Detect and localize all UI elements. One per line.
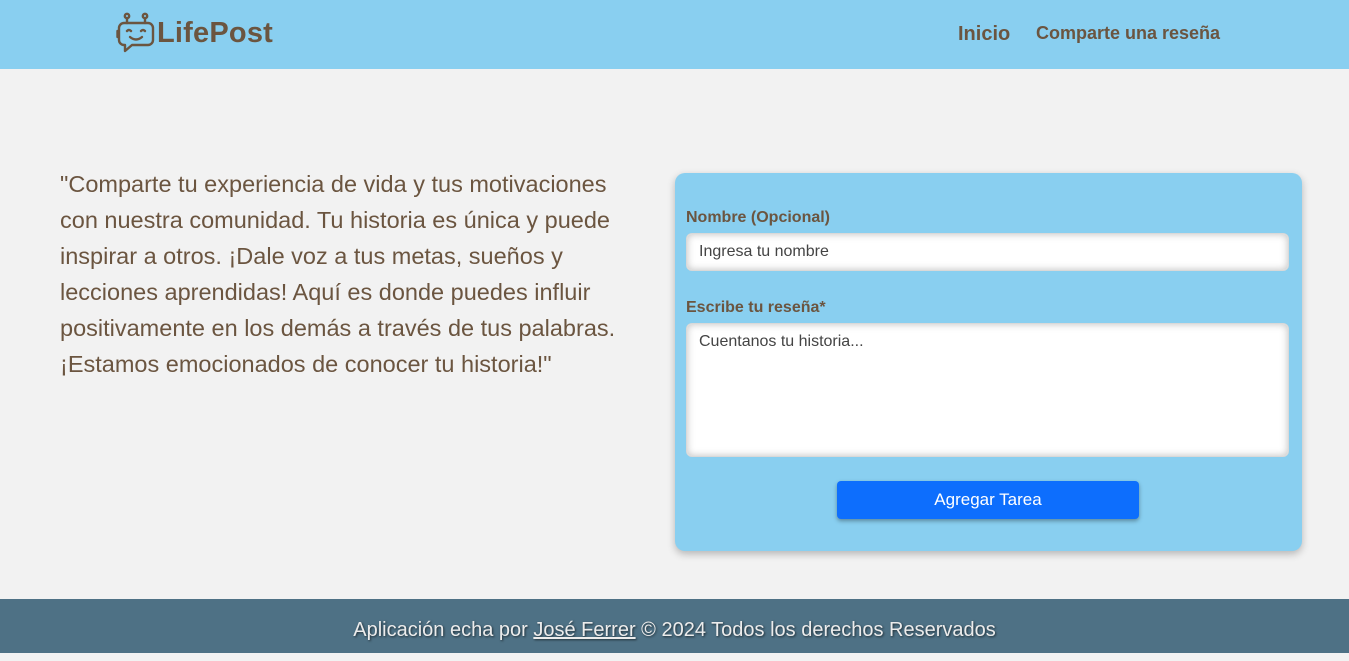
footer-prefix: Aplicación echa por	[353, 619, 534, 641]
footer-suffix: © 2024 Todos los derechos Reservados	[635, 619, 996, 641]
nav-link-home[interactable]: Inicio	[958, 23, 1010, 46]
nav-link-share-review[interactable]: Comparte una reseña	[1036, 23, 1220, 44]
name-label: Nombre (Opcional)	[686, 209, 831, 226]
author-link[interactable]: José Ferrer	[533, 619, 635, 641]
review-label: Escribe tu reseña*	[686, 299, 826, 316]
footer: Aplicación echa por José Ferrer © 2024 T…	[0, 599, 1349, 653]
intro-text: "Comparte tu experiencia de vida y tus m…	[60, 171, 616, 377]
logo[interactable]: LifePost	[116, 12, 273, 54]
chat-robot-icon	[116, 12, 155, 53]
logo-text: LifePost	[157, 16, 273, 49]
review-textarea[interactable]	[686, 323, 1289, 457]
submit-button[interactable]: Agregar Tarea	[837, 481, 1139, 519]
review-form: Nombre (Opcional) Escribe tu reseña* Agr…	[675, 173, 1302, 551]
header: LifePost Inicio Comparte una reseña	[0, 0, 1349, 69]
name-input[interactable]	[686, 233, 1289, 271]
